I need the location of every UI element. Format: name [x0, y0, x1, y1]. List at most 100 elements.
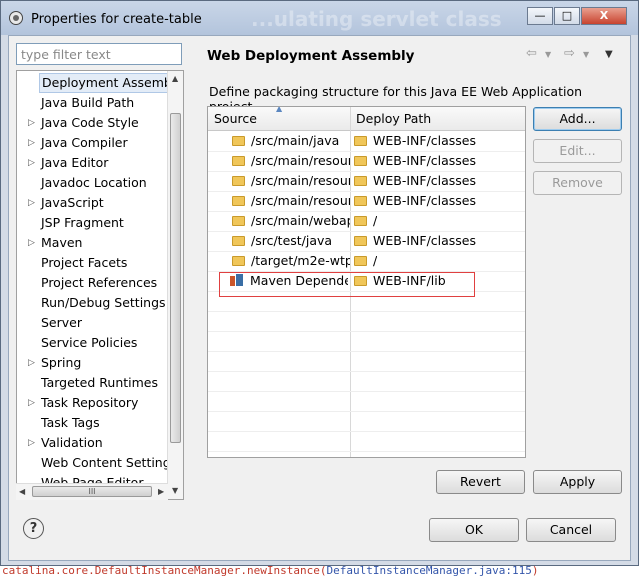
deploy-path-text: / — [373, 213, 378, 228]
filter-input[interactable]: type filter text — [16, 43, 182, 65]
gear-icon — [9, 11, 23, 25]
remove-button[interactable]: Remove — [533, 171, 622, 195]
tree-horizontal-scrollbar[interactable]: ◀ III ▶ — [16, 483, 168, 500]
cancel-button[interactable]: Cancel — [526, 518, 616, 542]
dialog-body: type filter text Deployment Assembly Java… — [8, 35, 631, 561]
tree-item-label: Deployment Assembly — [39, 73, 183, 93]
table-row[interactable]: /src/main/resources WEB-INF/classes — [208, 151, 525, 172]
table-empty-row — [208, 331, 525, 352]
column-header-deploy-path[interactable]: Deploy Path — [356, 111, 431, 126]
revert-button[interactable]: Revert — [436, 470, 525, 494]
tree-item-label: Java Compiler — [41, 135, 128, 150]
table-row[interactable]: /target/m2e-wtp/web-resources / — [208, 251, 525, 272]
tree-hscroll-thumb[interactable]: III — [32, 486, 152, 497]
folder-icon — [232, 176, 245, 186]
folder-icon — [232, 196, 245, 206]
tree-vertical-scrollbar[interactable]: ▲ ▼ — [167, 71, 183, 499]
close-button[interactable]: X — [581, 7, 627, 25]
scroll-up-icon[interactable]: ▲ — [172, 74, 178, 83]
deploy-path-text: WEB-INF/classes — [373, 153, 477, 168]
forward-arrow-icon[interactable]: ⇨ — [564, 46, 575, 61]
tree-item-label: Java Build Path — [41, 95, 135, 110]
tree-item-label: Java Editor — [41, 155, 109, 170]
folder-icon — [232, 156, 245, 166]
expand-arrow-icon[interactable]: ▷ — [28, 113, 35, 133]
view-menu-icon[interactable]: ▼ — [605, 49, 613, 60]
edit-button[interactable]: Edit... — [533, 139, 622, 163]
tree-item-label: JSP Fragment — [41, 215, 124, 230]
deploy-path-cell: WEB-INF/classes — [354, 153, 476, 168]
window-title: Properties for create-table — [31, 12, 202, 27]
tree-item-label: Validation — [41, 435, 103, 450]
table-empty-row — [208, 351, 525, 372]
deploy-path-text: / — [373, 253, 378, 268]
source-cell: /src/main/webapp — [232, 213, 350, 228]
tree-item-label: Javadoc Location — [41, 175, 147, 190]
table-empty-row — [208, 431, 525, 452]
table-row[interactable]: /src/main/webapp / — [208, 211, 525, 232]
expand-arrow-icon[interactable]: ▷ — [28, 233, 35, 253]
expand-arrow-icon[interactable]: ▷ — [28, 393, 35, 413]
table-row[interactable]: /src/main/java WEB-INF/classes — [208, 131, 525, 152]
tree-item-label: Targeted Runtimes — [41, 375, 158, 390]
tree-item-label: Project Facets — [41, 255, 128, 270]
expand-arrow-icon[interactable]: ▷ — [28, 353, 35, 373]
folder-icon — [354, 256, 367, 266]
forward-dropdown-icon[interactable]: ▼ — [583, 50, 589, 59]
expand-arrow-icon[interactable]: ▷ — [28, 153, 35, 173]
tree-item-label: Service Policies — [41, 335, 138, 350]
source-path-text: /src/main/java — [251, 133, 340, 148]
tree-item-label: Maven — [41, 235, 83, 250]
page-title: Web Deployment Assembly — [207, 48, 415, 64]
back-arrow-icon[interactable]: ⇦ — [526, 46, 537, 61]
source-cell: /src/main/resources — [232, 173, 350, 188]
tree-item-label: Web Content Settings — [41, 455, 178, 470]
back-dropdown-icon[interactable]: ▼ — [545, 50, 551, 59]
deploy-path-text: WEB-INF/classes — [373, 133, 477, 148]
tree-item-label: JavaScript — [41, 195, 104, 210]
apply-button[interactable]: Apply — [533, 470, 622, 494]
deploy-path-text: WEB-INF/classes — [373, 173, 477, 188]
expand-arrow-icon[interactable]: ▷ — [28, 193, 35, 213]
tree-item-label: Java Code Style — [41, 115, 139, 130]
source-path-text: /src/main/webapp — [251, 213, 350, 228]
source-cell: /target/m2e-wtp/web-resources — [232, 253, 350, 268]
source-path-text: /src/main/resources — [251, 193, 350, 208]
source-cell: /src/test/java — [232, 233, 350, 248]
add-button[interactable]: Add... — [533, 107, 622, 131]
scroll-left-icon[interactable]: ◀ — [19, 487, 25, 496]
table-row[interactable]: /src/main/resources WEB-INF/classes — [208, 171, 525, 192]
table-row[interactable]: /src/main/resources WEB-INF/classes — [208, 191, 525, 212]
folder-icon — [232, 216, 245, 226]
folder-icon — [354, 156, 367, 166]
minimize-button[interactable]: — — [527, 7, 553, 25]
background-window-title: ...ulating servlet class — [251, 7, 502, 31]
source-path-text: /src/main/resources — [251, 173, 350, 188]
deploy-path-cell: WEB-INF/classes — [354, 193, 476, 208]
deploy-path-cell: WEB-INF/classes — [354, 233, 476, 248]
table-header: Source ▲ Deploy Path — [208, 107, 525, 131]
table-empty-row — [208, 371, 525, 392]
title-bar[interactable]: ...ulating servlet class Properties for … — [1, 1, 638, 35]
folder-icon — [354, 196, 367, 206]
table-empty-row — [208, 311, 525, 332]
console-output-line: catalina.core.DefaultInstanceManager.new… — [0, 566, 639, 576]
table-empty-row — [208, 391, 525, 412]
column-header-source[interactable]: Source — [214, 111, 257, 126]
tree-item-label: Project References — [41, 275, 158, 290]
source-path-text: /target/m2e-wtp/web-resources — [251, 253, 350, 268]
maximize-button[interactable]: □ — [554, 7, 580, 25]
deploy-path-cell: WEB-INF/classes — [354, 133, 476, 148]
expand-arrow-icon[interactable]: ▷ — [28, 133, 35, 153]
help-icon[interactable]: ? — [23, 518, 44, 539]
ok-button[interactable]: OK — [429, 518, 519, 542]
tree-scroll-thumb[interactable] — [170, 113, 181, 443]
scroll-down-icon[interactable]: ▼ — [172, 486, 178, 495]
source-path-text: /src/main/resources — [251, 153, 350, 168]
expand-arrow-icon[interactable]: ▷ — [28, 433, 35, 453]
scroll-right-icon[interactable]: ▶ — [158, 487, 164, 496]
console-link[interactable]: DefaultInstanceManager.java:115 — [327, 566, 532, 576]
table-row[interactable]: /src/test/java WEB-INF/classes — [208, 231, 525, 252]
deploy-path-text: WEB-INF/classes — [373, 193, 477, 208]
sort-indicator-icon: ▲ — [276, 106, 283, 113]
